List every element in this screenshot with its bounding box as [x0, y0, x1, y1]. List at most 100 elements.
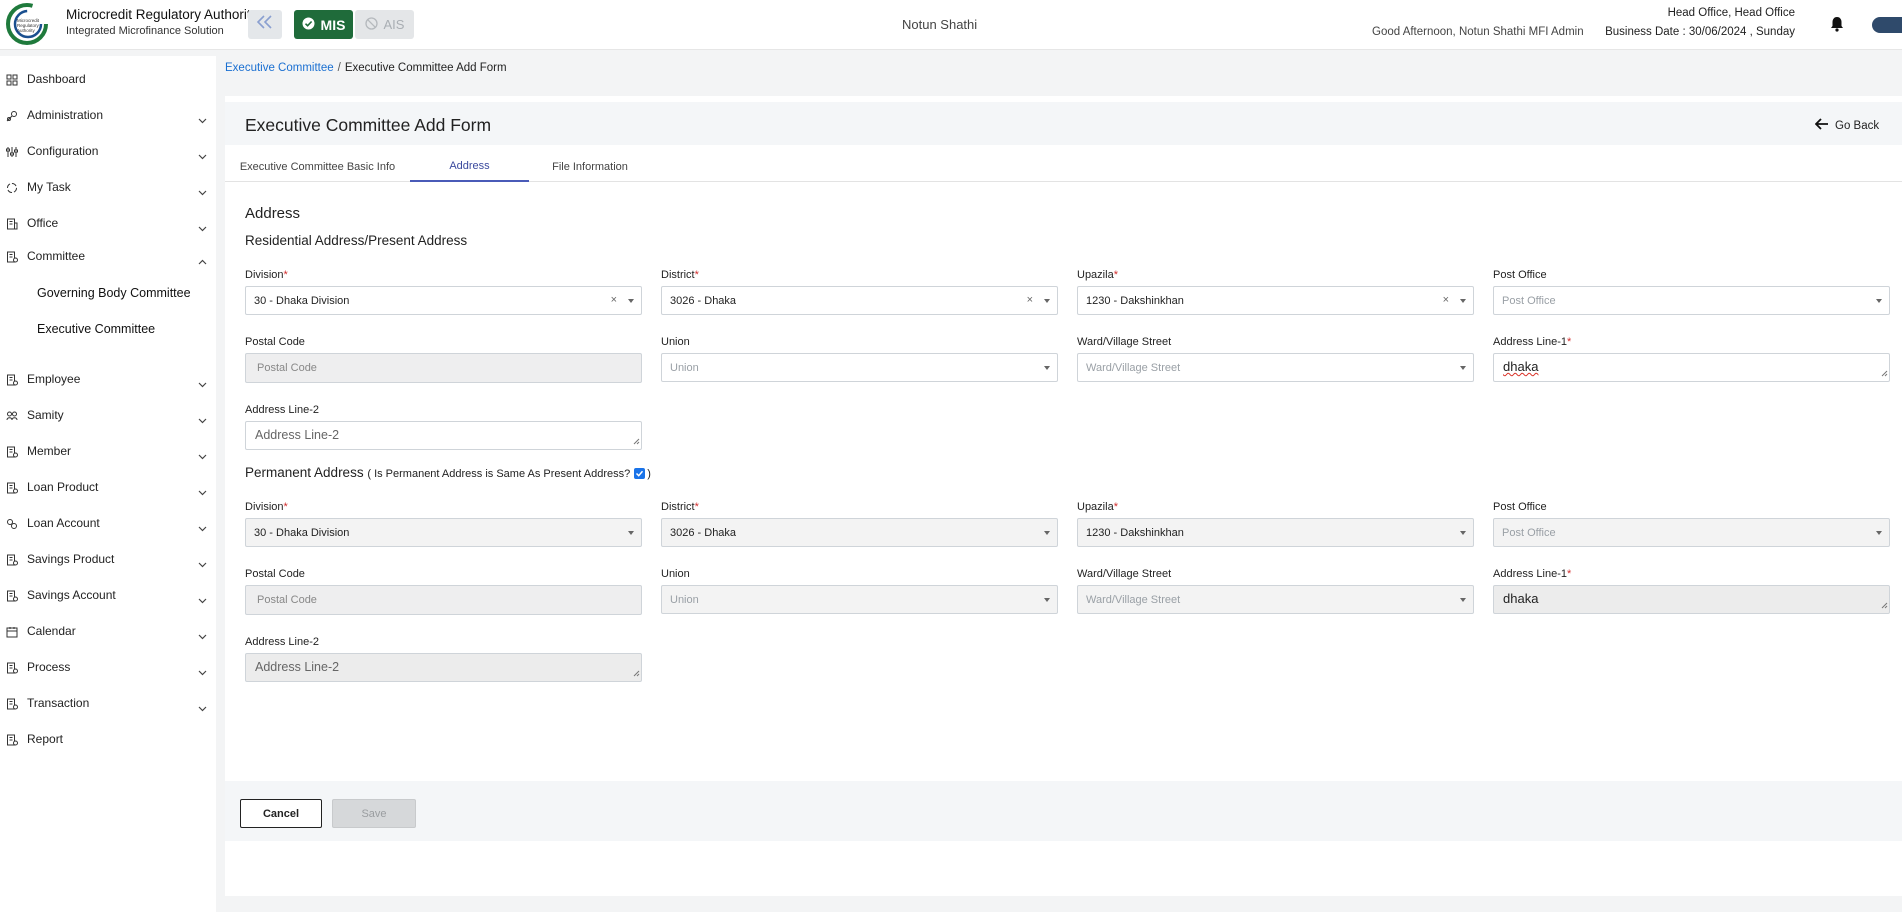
- office-name: Head Office, Head Office: [1667, 7, 1795, 19]
- present-address-line-1-textarea[interactable]: dhaka: [1493, 353, 1890, 382]
- post-office-label: Post Office: [1493, 269, 1547, 281]
- sidebar-item-configuration[interactable]: Configuration: [0, 137, 216, 165]
- sidebar-item-committee[interactable]: Committee: [0, 242, 216, 270]
- ward-label: Ward/Village Street: [1077, 568, 1172, 580]
- sidebar-item-dashboard[interactable]: Dashboard: [0, 65, 216, 93]
- chevron-down-icon: [198, 183, 207, 201]
- present-address-line-2-textarea[interactable]: Address Line-2: [245, 421, 642, 450]
- arrow-left-icon: [1814, 118, 1829, 133]
- sidebar-item-label: Savings Account: [27, 588, 116, 602]
- tab-basic-info[interactable]: Executive Committee Basic Info: [225, 152, 410, 182]
- clear-icon[interactable]: ×: [1443, 294, 1449, 306]
- present-postal-code-input[interactable]: Postal Code: [245, 353, 642, 383]
- sidebar-item-employee[interactable]: Employee: [0, 365, 216, 393]
- sidebar-subitem-executive-committee[interactable]: Executive Committee: [37, 322, 155, 336]
- dropdown-arrow-icon[interactable]: [1460, 531, 1466, 535]
- resize-handle-icon[interactable]: [1881, 365, 1888, 380]
- sidebar-item-loan-account[interactable]: Loan Account: [0, 509, 216, 537]
- permanent-ward-select[interactable]: Ward/Village Street: [1077, 585, 1474, 614]
- sidebar-item-savings-account[interactable]: Savings Account: [0, 581, 216, 609]
- clear-icon[interactable]: ×: [611, 294, 617, 306]
- sidebar-item-label: Loan Product: [27, 480, 99, 494]
- permanent-upazila-value: 1230 - Dakshinkhan: [1086, 526, 1184, 539]
- tab-address[interactable]: Address: [410, 152, 529, 182]
- sidebar-item-calendar[interactable]: Calendar: [0, 617, 216, 645]
- clear-icon[interactable]: ×: [1027, 294, 1033, 306]
- same-as-present-checkbox[interactable]: [634, 467, 646, 479]
- cancel-button[interactable]: Cancel: [240, 799, 322, 828]
- sidebar-item-process[interactable]: Process: [0, 653, 216, 681]
- address-line-1-label: Address Line-1*: [1493, 336, 1572, 348]
- dropdown-arrow-icon[interactable]: [1044, 531, 1050, 535]
- save-button[interactable]: Save: [332, 799, 416, 828]
- permanent-address-line-1-textarea[interactable]: dhaka: [1493, 585, 1890, 614]
- permanent-post-office-select[interactable]: Post Office: [1493, 518, 1890, 547]
- dropdown-arrow-icon[interactable]: [1876, 531, 1882, 535]
- sidebar-item-member[interactable]: Member: [0, 437, 216, 465]
- present-post-office-select[interactable]: Post Office: [1493, 286, 1890, 315]
- sidebar-item-office[interactable]: Office: [0, 209, 216, 237]
- sidebar-item-my-task[interactable]: My Task: [0, 173, 216, 201]
- dropdown-arrow-icon[interactable]: [1460, 299, 1466, 303]
- collapse-sidebar-button[interactable]: [248, 10, 282, 39]
- dropdown-arrow-icon[interactable]: [628, 299, 634, 303]
- chevron-down-icon: [198, 411, 207, 429]
- mis-module-button[interactable]: MIS: [294, 10, 353, 39]
- permanent-postal-code-input[interactable]: Postal Code: [245, 585, 642, 615]
- present-division-select[interactable]: 30 - Dhaka Division ×: [245, 286, 642, 315]
- present-ward-select[interactable]: Ward/Village Street: [1077, 353, 1474, 382]
- go-back-button[interactable]: Go Back: [1814, 118, 1879, 133]
- present-address-line-1-value: dhaka: [1503, 359, 1539, 374]
- dropdown-arrow-icon[interactable]: [1044, 366, 1050, 370]
- dropdown-arrow-icon[interactable]: [1460, 598, 1466, 602]
- sidebar-item-label: Transaction: [27, 696, 90, 710]
- permanent-division-select[interactable]: 30 - Dhaka Division: [245, 518, 642, 547]
- sidebar-item-administration[interactable]: Administration: [0, 101, 216, 129]
- chevron-down-icon: [198, 375, 207, 393]
- permanent-union-select[interactable]: Union: [661, 585, 1058, 614]
- sidebar-item-transaction[interactable]: Transaction: [0, 689, 216, 717]
- dropdown-arrow-icon[interactable]: [1460, 366, 1466, 370]
- notification-bell-icon[interactable]: [1830, 16, 1844, 37]
- user-menu-toggle[interactable]: [1872, 17, 1902, 33]
- sidebar-item-label: Calendar: [27, 624, 76, 638]
- breadcrumb-link-executive-committee[interactable]: Executive Committee: [225, 62, 334, 74]
- sidebar-item-samity[interactable]: Samity: [0, 401, 216, 429]
- permanent-address-line-2-textarea[interactable]: Address Line-2: [245, 653, 642, 682]
- sidebar-item-loan-product[interactable]: Loan Product: [0, 473, 216, 501]
- permanent-district-value: 3026 - Dhaka: [670, 526, 737, 539]
- dropdown-arrow-icon[interactable]: [1044, 299, 1050, 303]
- permanent-district-select[interactable]: 3026 - Dhaka: [661, 518, 1058, 547]
- present-district-select[interactable]: 3026 - Dhaka ×: [661, 286, 1058, 315]
- permanent-post-office-placeholder: Post Office: [1502, 526, 1556, 539]
- administration-icon: [6, 109, 18, 122]
- dropdown-arrow-icon[interactable]: [1876, 299, 1882, 303]
- task-icon: [6, 181, 18, 193]
- chevron-down-icon: [198, 699, 207, 717]
- tab-file-information[interactable]: File Information: [529, 152, 651, 182]
- resize-handle-icon[interactable]: [633, 433, 640, 448]
- permanent-address-line-2-placeholder: Address Line-2: [255, 660, 340, 674]
- breadcrumb-separator: /: [337, 62, 341, 74]
- chevron-down-icon: [198, 591, 207, 609]
- sidebar-item-report[interactable]: Report: [0, 725, 216, 753]
- resize-handle-icon[interactable]: [1881, 597, 1888, 612]
- ais-module-button[interactable]: AIS: [355, 10, 414, 39]
- division-label: Division*: [245, 501, 288, 513]
- permanent-upazila-select[interactable]: 1230 - Dakshinkhan: [1077, 518, 1474, 547]
- permanent-address-title: Permanent Address ( Is Permanent Address…: [245, 465, 651, 480]
- disabled-circle-icon: [364, 16, 378, 33]
- present-union-select[interactable]: Union: [661, 353, 1058, 382]
- dropdown-arrow-icon[interactable]: [1044, 598, 1050, 602]
- dropdown-arrow-icon[interactable]: [628, 531, 634, 535]
- chevron-down-icon: [198, 147, 207, 165]
- sidebar-item-savings-product[interactable]: Savings Product: [0, 545, 216, 573]
- chevron-down-icon: [198, 111, 207, 129]
- present-upazila-select[interactable]: 1230 - Dakshinkhan ×: [1077, 286, 1474, 315]
- resize-handle-icon[interactable]: [633, 665, 640, 680]
- sidebar-subitem-governing-body-committee[interactable]: Governing Body Committee: [37, 286, 191, 300]
- samity-icon: [6, 409, 18, 421]
- sidebar-item-label: My Task: [27, 180, 71, 194]
- district-label: District*: [661, 269, 699, 281]
- present-division-value: 30 - Dhaka Division: [254, 294, 350, 307]
